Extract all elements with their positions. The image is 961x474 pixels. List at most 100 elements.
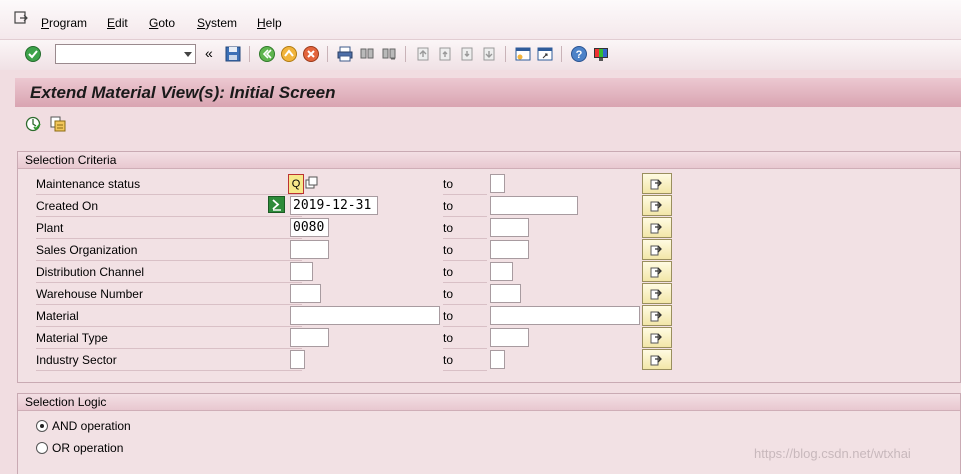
criteria-row-industry-sector: Industry Sector to [18, 349, 961, 371]
to-label: to [443, 195, 487, 217]
multiple-selection-arrow-icon [650, 355, 662, 366]
maintenance-status-to-input[interactable] [490, 174, 505, 193]
menu-exit-icon[interactable] [14, 11, 28, 25]
selection-criteria-header: Selection Criteria [18, 152, 960, 169]
command-field[interactable] [55, 44, 196, 64]
create-shortcut-icon[interactable] [536, 45, 554, 63]
new-session-icon[interactable] [514, 45, 532, 63]
industry-sector-multiple-selection-button[interactable] [642, 349, 672, 370]
collapse-toolbar-icon[interactable]: « [205, 45, 213, 61]
multiple-selection-arrow-icon [650, 311, 662, 322]
selection-logic-group: Selection Logic AND operation OR operati… [17, 393, 961, 474]
distribution-channel-to-input[interactable] [490, 262, 513, 281]
standard-toolbar: « ? [0, 40, 961, 70]
find-next-icon[interactable] [380, 45, 398, 63]
sales-organization-multiple-selection-button[interactable] [642, 239, 672, 260]
selection-option-icon[interactable] [268, 196, 285, 213]
material-type-to-input[interactable] [490, 328, 529, 347]
svg-text:?: ? [576, 49, 583, 61]
next-page-icon[interactable] [458, 45, 476, 63]
multiple-selection-arrow-icon [650, 201, 662, 212]
title-area: Extend Material View(s): Initial Screen [15, 78, 961, 142]
distribution-channel-multiple-selection-button[interactable] [642, 261, 672, 282]
field-label: Sales Organization [36, 239, 302, 261]
sales-organization-from-input[interactable] [290, 240, 329, 259]
and-operation-option[interactable]: AND operation [36, 416, 131, 436]
material-type-multiple-selection-button[interactable] [642, 327, 672, 348]
back-icon[interactable] [258, 45, 276, 63]
created-on-from-input[interactable] [290, 196, 378, 215]
to-label: to [443, 261, 487, 283]
last-page-icon[interactable] [480, 45, 498, 63]
criteria-row-created-on: Created On to [18, 195, 961, 217]
cancel-icon[interactable] [302, 45, 320, 63]
toolbar-separator [505, 46, 506, 62]
plant-multiple-selection-button[interactable] [642, 217, 672, 238]
industry-sector-to-input[interactable] [490, 350, 505, 369]
help-icon[interactable]: ? [570, 45, 588, 63]
industry-sector-from-input[interactable] [290, 350, 305, 369]
to-label: to [443, 173, 487, 195]
save-icon[interactable] [224, 45, 242, 63]
exit-icon[interactable] [280, 45, 298, 63]
enter-check-icon[interactable] [24, 45, 42, 63]
selection-criteria-group: Selection Criteria Maintenance status Q … [17, 151, 961, 383]
material-from-input[interactable] [290, 306, 440, 325]
page-title: Extend Material View(s): Initial Screen [30, 83, 336, 102]
menu-edit[interactable]: Edit [107, 16, 128, 30]
multiple-selection-arrow-icon [650, 179, 662, 190]
previous-page-icon[interactable] [436, 45, 454, 63]
field-label: Warehouse Number [36, 283, 302, 305]
menu-program[interactable]: Program [41, 16, 87, 30]
multiple-selection-arrow-icon [650, 245, 662, 256]
plant-from-input[interactable] [290, 218, 329, 237]
to-label: to [443, 217, 487, 239]
menu-system[interactable]: System [197, 16, 237, 30]
multiple-selection-arrow-icon [650, 223, 662, 234]
field-label: Plant [36, 217, 302, 239]
created-on-multiple-selection-button[interactable] [642, 195, 672, 216]
multiple-selection-arrow-icon [650, 267, 662, 278]
warehouse-number-multiple-selection-button[interactable] [642, 283, 672, 304]
first-page-icon[interactable] [414, 45, 432, 63]
maintenance-status-multiple-selection-button[interactable] [642, 173, 672, 194]
command-dropdown-icon[interactable] [184, 52, 192, 57]
copy-icon[interactable] [305, 176, 319, 190]
menu-bar: Program Edit Goto System Help [0, 0, 961, 40]
warehouse-number-from-input[interactable] [290, 284, 321, 303]
maintenance-status-search-help-button[interactable]: Q [288, 174, 304, 194]
execute-icon[interactable] [25, 116, 41, 132]
criteria-row-warehouse-number: Warehouse Number to [18, 283, 961, 305]
to-label: to [443, 327, 487, 349]
criteria-row-plant: Plant to [18, 217, 961, 239]
field-label: Material Type [36, 327, 302, 349]
material-type-from-input[interactable] [290, 328, 329, 347]
menu-goto[interactable]: Goto [149, 16, 175, 30]
print-icon[interactable] [336, 45, 354, 63]
multiple-selection-arrow-icon [650, 289, 662, 300]
to-label: to [443, 239, 487, 261]
plant-to-input[interactable] [490, 218, 529, 237]
sales-organization-to-input[interactable] [490, 240, 529, 259]
or-operation-radio[interactable] [36, 442, 48, 454]
warehouse-number-to-input[interactable] [490, 284, 521, 303]
to-label: to [443, 305, 487, 327]
field-label: Created On [36, 195, 302, 217]
created-on-to-input[interactable] [490, 196, 578, 215]
field-label: Distribution Channel [36, 261, 302, 283]
find-icon[interactable] [358, 45, 376, 63]
and-operation-radio[interactable] [36, 420, 48, 432]
field-label: Maintenance status [36, 173, 302, 195]
criteria-row-material-type: Material Type to [18, 327, 961, 349]
menu-help[interactable]: Help [257, 16, 282, 30]
material-multiple-selection-button[interactable] [642, 305, 672, 326]
criteria-row-material: Material to [18, 305, 961, 327]
or-operation-label: OR operation [52, 441, 124, 455]
or-operation-option[interactable]: OR operation [36, 438, 123, 458]
distribution-channel-from-input[interactable] [290, 262, 313, 281]
customize-layout-icon[interactable] [592, 45, 610, 63]
selection-logic-header: Selection Logic [18, 394, 960, 411]
multiple-selection-arrow-icon [650, 333, 662, 344]
get-variant-icon[interactable] [50, 116, 66, 132]
material-to-input[interactable] [490, 306, 640, 325]
